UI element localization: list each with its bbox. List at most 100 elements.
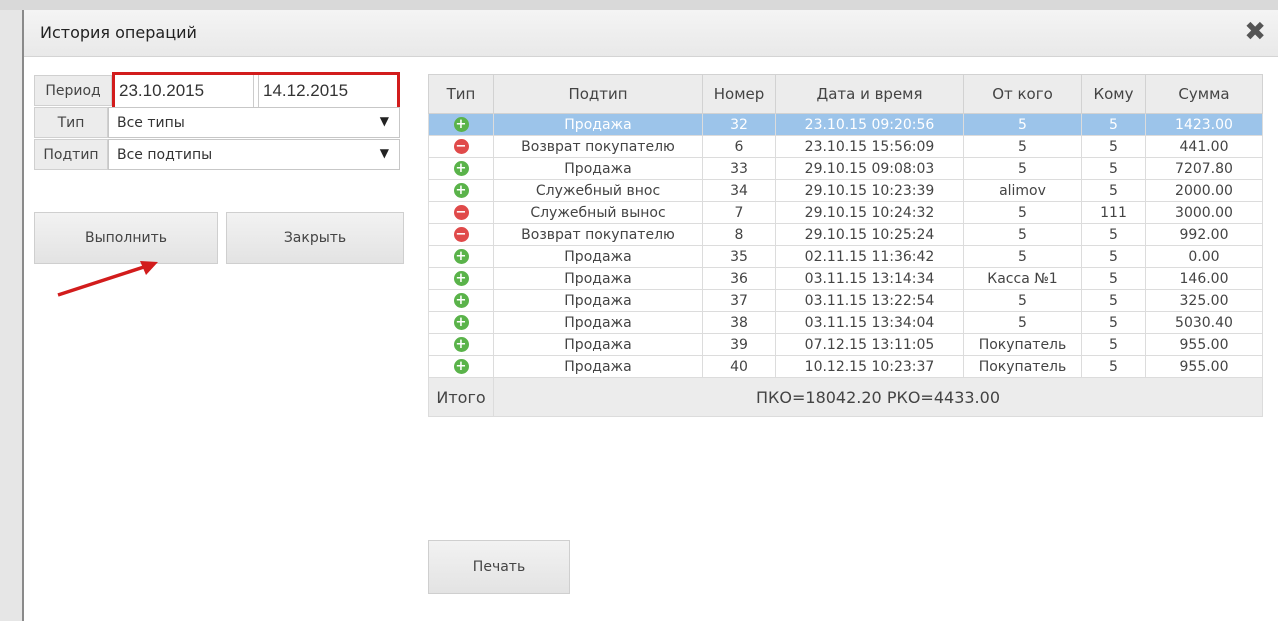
to-cell: 5 [1081, 289, 1146, 312]
subtype-select[interactable]: Все подтипы ▼ [108, 139, 400, 170]
from-cell: 5 [963, 157, 1082, 180]
table-row[interactable]: + Продажа 38 03.11.15 13:34:04 5 5 5030.40 [428, 311, 1263, 334]
sum-cell: 955.00 [1145, 333, 1263, 356]
table-row[interactable]: + Продажа 39 07.12.15 13:11:05 Покупатель 5 95… [428, 333, 1263, 356]
subtype-label: Подтип [34, 139, 108, 170]
sum-cell: 325.00 [1145, 289, 1263, 312]
from-cell: 5 [963, 201, 1082, 224]
total-value: ПКО=18042.20 РКО=4433.00 [493, 377, 1263, 417]
table-row[interactable]: + Продажа 40 10.12.15 10:23:37 Покупатель 5 95… [428, 355, 1263, 378]
close-icon[interactable]: ✖ [1244, 19, 1266, 45]
number-cell: 6 [702, 135, 776, 158]
from-cell: 5 [963, 289, 1082, 312]
subtype-cell: Возврат покупателю [493, 135, 703, 158]
subtype-row: Подтип Все подтипы ▼ [34, 139, 400, 170]
subtype-cell: Продажа [493, 311, 703, 334]
table-header-row: Тип Подтип Номер Дата и время От кого Ко… [428, 74, 1263, 114]
plus-circle-icon: + [453, 183, 469, 198]
type-cell: + [428, 333, 494, 356]
type-cell: + [428, 355, 494, 378]
sum-cell: 992.00 [1145, 223, 1263, 246]
from-cell: Покупатель [963, 333, 1082, 356]
type-select-value: Все типы [117, 114, 185, 131]
table-row[interactable]: − Возврат покупателю 6 23.10.15 15:56:09 5 5 4… [428, 135, 1263, 158]
type-cell: − [428, 223, 494, 246]
period-date-range: 23.10.2015 14.12.2015 [112, 72, 400, 110]
plus-circle-icon: + [453, 249, 469, 264]
subtype-cell: Продажа [493, 289, 703, 312]
sum-cell: 0.00 [1145, 245, 1263, 268]
type-cell: + [428, 289, 494, 312]
type-cell: − [428, 201, 494, 224]
number-cell: 38 [702, 311, 776, 334]
to-cell: 5 [1081, 135, 1146, 158]
from-cell: 5 [963, 311, 1082, 334]
column-header-number[interactable]: Номер [702, 74, 776, 114]
type-cell: + [428, 311, 494, 334]
date-to-input[interactable]: 14.12.2015 [258, 75, 397, 107]
from-cell: 5 [963, 135, 1082, 158]
subtype-cell: Продажа [493, 333, 703, 356]
table-row[interactable]: + Продажа 37 03.11.15 13:22:54 5 5 325.00 [428, 289, 1263, 312]
table-row[interactable]: − Служебный вынос 7 29.10.15 10:24:32 5 111 30… [428, 201, 1263, 224]
column-header-from[interactable]: От кого [963, 74, 1082, 114]
type-cell: + [428, 179, 494, 202]
period-row: Период 23.10.2015 14.12.2015 [34, 72, 400, 110]
table-row[interactable]: + Продажа 33 29.10.15 09:08:03 5 5 7207.80 [428, 157, 1263, 180]
subtype-cell: Продажа [493, 267, 703, 290]
datetime-cell: 29.10.15 10:24:32 [775, 201, 964, 224]
sum-cell: 3000.00 [1145, 201, 1263, 224]
to-cell: 5 [1081, 179, 1146, 202]
minus-circle-icon: − [453, 139, 469, 154]
operations-history-window: История операций ✖ Период 23.10.2015 14.… [22, 10, 1278, 621]
table-row[interactable]: − Возврат покупателю 8 29.10.15 10:25:24 5 5 9… [428, 223, 1263, 246]
to-cell: 5 [1081, 267, 1146, 290]
total-label: Итого [428, 377, 494, 417]
number-cell: 32 [702, 113, 776, 136]
to-cell: 5 [1081, 157, 1146, 180]
column-header-type[interactable]: Тип [428, 74, 494, 114]
print-button[interactable]: Печать [428, 540, 570, 594]
type-label: Тип [34, 107, 108, 138]
plus-circle-icon: + [453, 337, 469, 352]
period-label: Период [34, 75, 112, 106]
datetime-cell: 03.11.15 13:14:34 [775, 267, 964, 290]
table-row[interactable]: + Служебный внос 34 29.10.15 10:23:39 alimov… [428, 179, 1263, 202]
number-cell: 34 [702, 179, 776, 202]
subtype-cell: Возврат покупателю [493, 223, 703, 246]
close-button[interactable]: Закрыть [226, 212, 404, 264]
to-cell: 111 [1081, 201, 1146, 224]
subtype-cell: Продажа [493, 355, 703, 378]
column-header-sum[interactable]: Сумма [1145, 74, 1263, 114]
column-header-subtype[interactable]: Подтип [493, 74, 703, 114]
plus-circle-icon: + [453, 161, 469, 176]
minus-circle-icon: − [453, 227, 469, 242]
subtype-cell: Продажа [493, 157, 703, 180]
number-cell: 35 [702, 245, 776, 268]
number-cell: 7 [702, 201, 776, 224]
sum-cell: 5030.40 [1145, 311, 1263, 334]
annotation-arrow-icon [57, 261, 158, 297]
table-row[interactable]: + Продажа 32 23.10.15 09:20:56 5 5 1423.00 [428, 113, 1263, 136]
column-header-to[interactable]: Кому [1081, 74, 1146, 114]
subtype-cell: Служебный вынос [493, 201, 703, 224]
from-cell: 5 [963, 113, 1082, 136]
column-header-datetime[interactable]: Дата и время [775, 74, 964, 114]
type-cell: + [428, 157, 494, 180]
total-row: Итого ПКО=18042.20 РКО=4433.00 [428, 377, 1263, 417]
datetime-cell: 29.10.15 10:23:39 [775, 179, 964, 202]
table-row[interactable]: + Продажа 36 03.11.15 13:14:34 Касса №1 5 146.… [428, 267, 1263, 290]
number-cell: 36 [702, 267, 776, 290]
datetime-cell: 29.10.15 10:25:24 [775, 223, 964, 246]
number-cell: 40 [702, 355, 776, 378]
to-cell: 5 [1081, 245, 1146, 268]
operations-table: Тип Подтип Номер Дата и время От кого Ко… [428, 74, 1263, 417]
plus-circle-icon: + [453, 293, 469, 308]
from-cell: Касса №1 [963, 267, 1082, 290]
type-cell: + [428, 267, 494, 290]
table-row[interactable]: + Продажа 35 02.11.15 11:36:42 5 5 0.00 [428, 245, 1263, 268]
type-select[interactable]: Все типы ▼ [108, 107, 400, 138]
datetime-cell: 03.11.15 13:34:04 [775, 311, 964, 334]
type-row: Тип Все типы ▼ [34, 107, 400, 138]
date-from-input[interactable]: 23.10.2015 [115, 75, 254, 107]
